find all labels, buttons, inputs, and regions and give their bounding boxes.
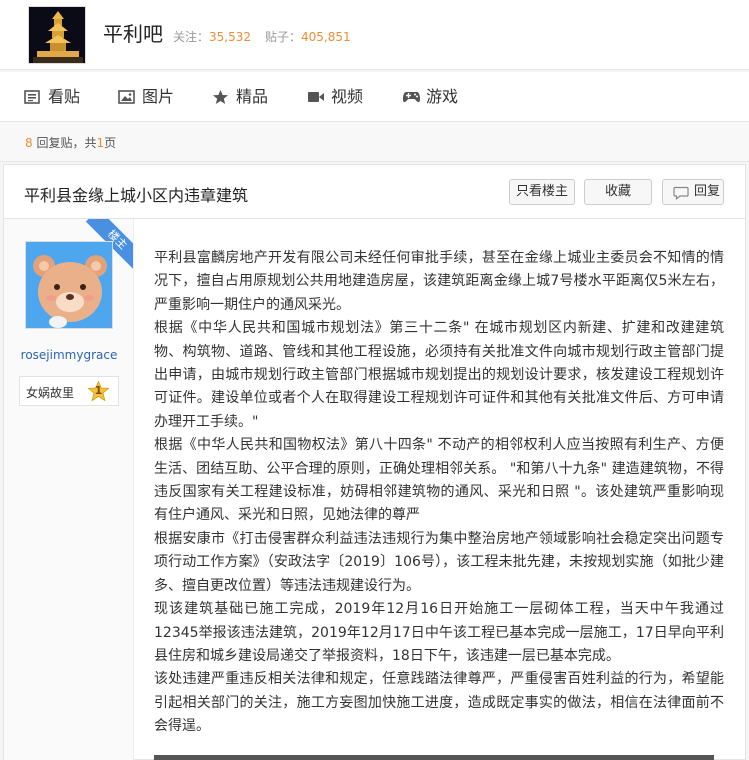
page-count: 1 [96, 136, 105, 150]
pager-text: 8 回复贴，共1页 [25, 134, 116, 151]
post-paragraph: 平利县富麟房地产开发有限公司未经任何审批手续，甚至在金缘上城业主委员会不知情的情… [154, 250, 724, 313]
reply-text: 回复贴，共 [32, 136, 97, 150]
post-image[interactable] [154, 755, 714, 760]
tab-featured-label: 精品 [236, 87, 269, 106]
posts-label: 贴子： [265, 30, 302, 44]
posts-count: 405,851 [301, 30, 351, 44]
reply-count: 8 [25, 136, 33, 150]
post-paragraph: 该处违建严重违反相关法律和规定，任意践踏法律尊严，严重侵害百姓利益的行为，希望能… [154, 671, 724, 735]
forum-name[interactable]: 平利吧 [103, 18, 163, 47]
tab-games-label: 游戏 [426, 87, 459, 106]
post-paragraph: 现该建筑基础已施工完成，2019年12月16日开始施工一层砌体工程，当天中午我通… [154, 601, 724, 664]
video-icon [308, 92, 324, 102]
forum-nav: 看贴 图片 精品 视频 游戏 [0, 72, 749, 122]
badge-level-number: 1 [94, 384, 103, 397]
level-badge[interactable]: 女娲故里 1 [19, 376, 119, 406]
only-op-button[interactable]: 只看楼主 [509, 179, 575, 205]
forum-header: 平利吧 关注：35,532 贴子：405,851 [0, 0, 749, 70]
tab-images-label: 图片 [142, 87, 175, 106]
tab-videos-label: 视频 [331, 87, 364, 106]
tab-posts-label: 看贴 [48, 87, 81, 106]
gamepad-icon [402, 92, 421, 103]
post-paragraph: 根据安康市《打击侵害群众利益违法违规行为集中整治房地产领域影响社会稳定突出问题专… [154, 530, 724, 594]
post-content: 平利县富麟房地产开发有限公司未经任何审批手续，甚至在金缘上城业主委员会不知情的情… [154, 247, 724, 739]
follow-label: 关注： [173, 30, 210, 44]
author-username[interactable]: rosejimmygrace [4, 348, 133, 362]
level-star-icon: 1 [88, 381, 109, 402]
reply-button-label: 回复 [694, 184, 721, 199]
thread-title-bar: 平利县金缘上城小区内违章建筑 只看楼主 收藏 回复 [3, 164, 746, 219]
post-paragraph: 根据《中华人民共和国物权法》第八十四条" 不动产的相邻权利人应当按照有利生产、方… [154, 437, 724, 524]
favorite-button[interactable]: 收藏 [584, 179, 652, 205]
post-floor: 楼主 rosejimmygrace 女娲故里 1 平利县富麟房地产开发有限公司未… [3, 219, 746, 760]
avatar[interactable] [25, 241, 113, 329]
image-icon [118, 90, 135, 104]
reply-button[interactable]: 回复 [662, 179, 724, 205]
comment-icon [673, 186, 689, 200]
thread-title: 平利县金缘上城小区内违章建筑 [24, 186, 249, 205]
reply-pager: 8 回复贴，共1页 [0, 122, 749, 162]
forum-stats: 关注：35,532 贴子：405,851 [173, 28, 351, 45]
bear-avatar-image [26, 242, 112, 328]
badge-name: 女娲故里 [26, 386, 75, 400]
post-paragraph: 根据《中华人民共和国城市规划法》第三十二条" 在城市规划区内新建、扩建和改建建筑… [154, 320, 724, 430]
author-panel: 楼主 rosejimmygrace 女娲故里 1 [4, 219, 134, 760]
star-icon [213, 90, 228, 104]
forum-logo[interactable] [28, 6, 86, 64]
follow-count: 35,532 [209, 30, 252, 44]
pagoda-image [29, 7, 85, 63]
page-suffix: 页 [104, 136, 117, 150]
list-icon [24, 90, 40, 104]
